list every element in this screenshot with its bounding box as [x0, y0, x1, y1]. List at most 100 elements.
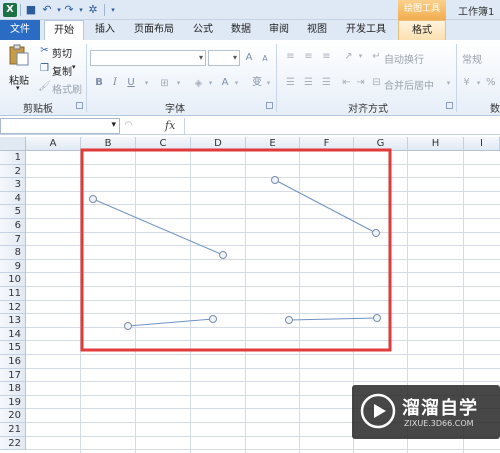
- row-header-14[interactable]: 14: [0, 327, 26, 342]
- tab-formulas[interactable]: 公式: [186, 20, 220, 40]
- format-painter-button[interactable]: 格式刷: [52, 81, 82, 96]
- align-left-icon[interactable]: ☰: [284, 76, 297, 89]
- row-header-2[interactable]: 2: [0, 164, 26, 179]
- font-dialog-launcher[interactable]: [266, 102, 273, 109]
- endpoint-handle[interactable]: [373, 314, 381, 322]
- connector-line[interactable]: [92, 198, 224, 256]
- wrap-text-button[interactable]: 自动换行: [384, 51, 424, 66]
- column-header-d[interactable]: D: [191, 137, 246, 151]
- tab-review[interactable]: 审阅: [262, 20, 296, 40]
- column-header-c[interactable]: C: [136, 137, 191, 151]
- column-header-b[interactable]: B: [81, 137, 136, 151]
- row-header-19[interactable]: 19: [0, 395, 26, 410]
- endpoint-handle[interactable]: [372, 229, 380, 237]
- formula-input[interactable]: [184, 118, 500, 134]
- cut-button[interactable]: 剪切: [52, 45, 72, 60]
- merge-center-button[interactable]: 合并后居中: [384, 77, 434, 92]
- fill-dropdown-icon[interactable]: ▾: [204, 77, 217, 90]
- column-header-f[interactable]: F: [300, 137, 354, 151]
- decrease-indent-icon[interactable]: ⇤: [340, 76, 353, 89]
- connector-line[interactable]: [274, 179, 377, 234]
- copy-dropdown-icon[interactable]: ▾: [72, 63, 76, 71]
- endpoint-handle[interactable]: [285, 316, 293, 324]
- row-header-3[interactable]: 3: [0, 178, 26, 192]
- tab-home[interactable]: 开始: [44, 20, 84, 40]
- customize-qat-icon[interactable]: ▾: [106, 3, 120, 17]
- row-header-20[interactable]: 20: [0, 409, 26, 423]
- line-shapes[interactable]: [89, 176, 381, 330]
- row-header-1[interactable]: 1: [0, 151, 26, 165]
- tab-format[interactable]: 格式: [398, 20, 446, 40]
- row-header-18[interactable]: 18: [0, 382, 26, 396]
- clipboard-paste-icon[interactable]: [9, 44, 29, 66]
- tab-file[interactable]: 文件: [0, 20, 40, 40]
- line-shape-2[interactable]: [271, 176, 380, 237]
- increase-indent-icon[interactable]: ⇥: [354, 76, 367, 89]
- merge-center-icon[interactable]: ⊟: [370, 76, 383, 89]
- column-header-g[interactable]: G: [354, 137, 408, 151]
- tab-view[interactable]: 视图: [300, 20, 334, 40]
- row-header-22[interactable]: 22: [0, 436, 26, 451]
- alignment-dialog-launcher[interactable]: [446, 102, 453, 109]
- row-header-4[interactable]: 4: [0, 191, 26, 206]
- endpoint-handle[interactable]: [89, 195, 97, 203]
- connector-line[interactable]: [127, 318, 214, 327]
- borders-icon[interactable]: ⊞: [158, 77, 171, 90]
- row-header-7[interactable]: 7: [0, 232, 26, 247]
- column-header-h[interactable]: H: [408, 137, 464, 151]
- insert-function-button[interactable]: fx: [165, 119, 175, 132]
- align-right-icon[interactable]: ☰: [320, 76, 333, 89]
- tab-page-layout[interactable]: 页面布局: [126, 20, 182, 40]
- clipboard-dialog-launcher[interactable]: [76, 102, 83, 109]
- shrink-font-button[interactable]: A: [258, 52, 272, 66]
- row-header-13[interactable]: 13: [0, 314, 26, 328]
- align-top-icon[interactable]: ≡: [284, 50, 297, 63]
- font-name-combo[interactable]: ▾: [90, 50, 206, 66]
- tab-insert[interactable]: 插入: [88, 20, 122, 40]
- row-header-16[interactable]: 16: [0, 355, 26, 369]
- align-center-icon[interactable]: ☰: [302, 76, 315, 89]
- percent-button[interactable]: %: [486, 77, 496, 88]
- paste-dropdown-icon[interactable]: ▾: [16, 84, 20, 92]
- column-header-e[interactable]: E: [246, 137, 300, 151]
- excel-app-icon[interactable]: X: [3, 3, 17, 17]
- merge-dropdown-icon[interactable]: ▾: [442, 77, 455, 90]
- row-header-9[interactable]: 9: [0, 259, 26, 274]
- copy-button[interactable]: 复制: [52, 63, 72, 78]
- endpoint-handle[interactable]: [219, 251, 227, 259]
- currency-dropdown-icon[interactable]: ▾: [472, 77, 485, 90]
- save-icon[interactable]: ■: [24, 3, 38, 17]
- select-all-corner[interactable]: [0, 137, 26, 151]
- name-box[interactable]: ▾: [0, 118, 120, 134]
- tab-data[interactable]: 数据: [224, 20, 258, 40]
- underline-button[interactable]: U: [124, 76, 138, 90]
- connector-line[interactable]: [288, 317, 378, 321]
- column-header-a[interactable]: A: [26, 137, 81, 151]
- row-header-15[interactable]: 15: [0, 341, 26, 355]
- row-header-8[interactable]: 8: [0, 246, 26, 260]
- row-header-10[interactable]: 10: [0, 273, 26, 287]
- endpoint-handle[interactable]: [209, 315, 217, 323]
- row-header-6[interactable]: 6: [0, 219, 26, 233]
- row-header-5[interactable]: 5: [0, 205, 26, 219]
- row-header-11[interactable]: 11: [0, 287, 26, 301]
- grow-font-button[interactable]: A: [242, 51, 256, 65]
- orientation-dropdown-icon[interactable]: ▾: [354, 50, 367, 63]
- font-color-dropdown-icon[interactable]: ▾: [230, 77, 243, 90]
- row-header-21[interactable]: 21: [0, 423, 26, 437]
- align-bottom-icon[interactable]: ≡: [320, 50, 333, 63]
- row-header-12[interactable]: 12: [0, 300, 26, 315]
- column-header-i[interactable]: I: [464, 137, 500, 151]
- row-header-17[interactable]: 17: [0, 368, 26, 383]
- formula-bar-collapse-icon[interactable]: ◠: [122, 119, 135, 132]
- custom-tool-icon[interactable]: ✲: [86, 3, 100, 17]
- borders-dropdown-icon[interactable]: ▾: [172, 77, 185, 90]
- align-middle-icon[interactable]: ≡: [302, 50, 315, 63]
- italic-button[interactable]: I: [108, 76, 122, 90]
- font-size-combo[interactable]: ▾: [208, 50, 240, 66]
- phonetic-dropdown-icon[interactable]: ▾: [262, 77, 275, 90]
- wrap-text-icon[interactable]: ↵: [370, 50, 383, 63]
- tab-developer[interactable]: 开发工具: [338, 20, 394, 40]
- underline-dropdown-icon[interactable]: ▾: [140, 77, 153, 90]
- number-format-combo[interactable]: 常规: [462, 51, 482, 66]
